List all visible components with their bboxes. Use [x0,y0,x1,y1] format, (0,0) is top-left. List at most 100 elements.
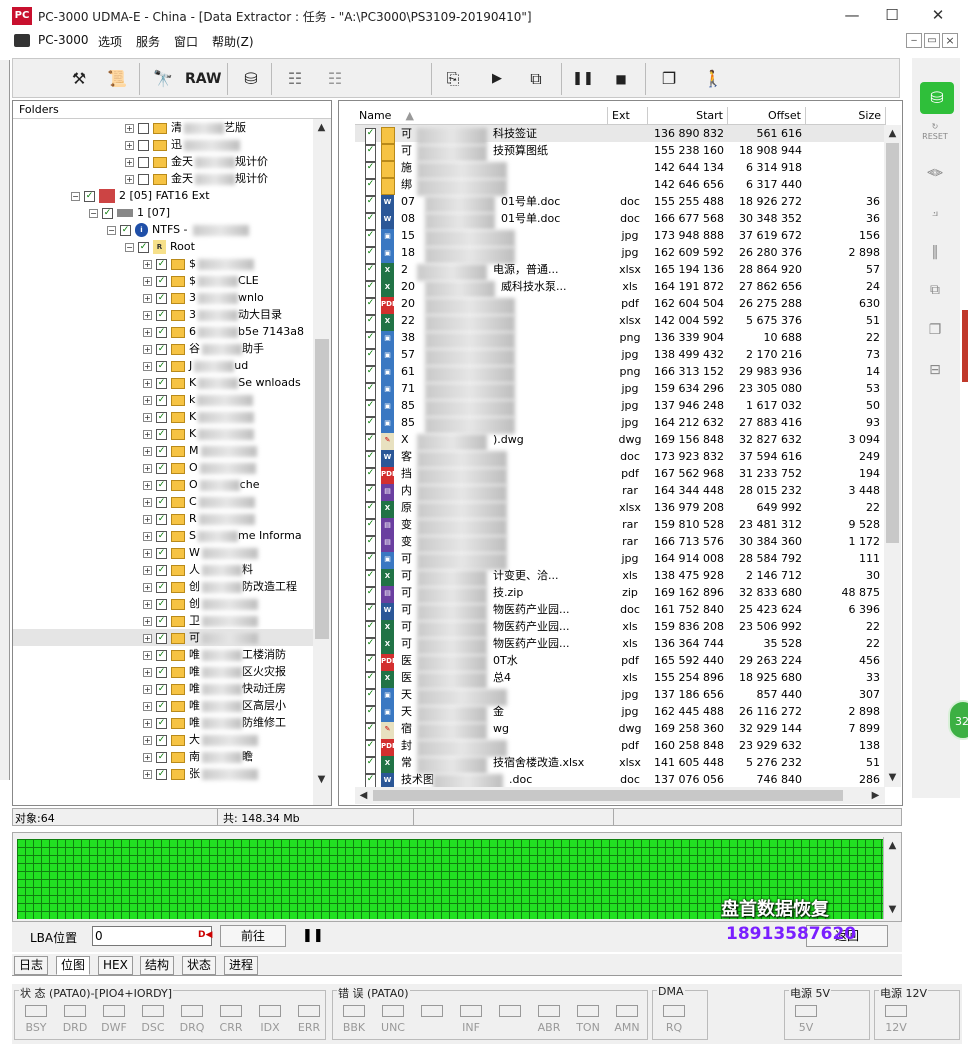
file-row[interactable]: ✓ W 08 01号单.doc doc 166 677 568 30 348 352 36 [355,210,885,230]
folder-checkbox[interactable]: ✓ [156,666,167,678]
file-row[interactable]: ✓ ▣ 71 jpg 159 634 296 23 305 080 53 [355,380,885,400]
tree-expand-icon[interactable]: ☷ [321,65,349,93]
close-button[interactable]: ✕ [918,4,958,26]
exit-icon[interactable]: 🚶 [699,65,727,93]
folder-checkbox[interactable] [138,156,149,168]
copy-windows-icon[interactable]: ❐ [655,65,683,93]
col-start-header[interactable]: Start [648,107,728,125]
file-row[interactable]: ✓ W 07 01号单.doc doc 155 255 488 18 926 272 36 [355,193,885,213]
expand-toggle-icon[interactable]: + [143,650,152,660]
network-icon[interactable]: ⧉ [920,276,950,304]
play-icon[interactable]: ▶ [483,65,511,93]
folder-tree-row[interactable]: + ✓ $ [13,255,313,272]
folder-checkbox[interactable]: ✓ [156,717,167,729]
file-row[interactable]: ✓ W 客 doc 173 923 832 37 594 616 249 [355,448,885,468]
folder-tree-row[interactable]: + 清 艺版 [13,119,313,136]
expand-toggle-icon[interactable]: + [143,361,152,371]
expand-toggle-icon[interactable]: + [143,701,152,711]
folder-checkbox[interactable]: ✓ [156,513,167,525]
scroll-thumb[interactable] [315,339,329,639]
file-row[interactable]: ✓ X 可计变更、洽... xls 138 475 928 2 146 712 30 [355,567,885,587]
expand-toggle-icon[interactable]: + [143,514,152,524]
pause-side-icon[interactable]: ‖ [920,238,950,266]
expand-toggle-icon[interactable]: + [143,480,152,490]
database-icon[interactable]: ⛁ [920,82,954,114]
col-offset-header[interactable]: Offset [728,107,806,125]
file-row[interactable]: ✓ X 医总4 xls 155 254 896 18 925 680 33 [355,669,885,689]
menu-window[interactable]: 窗口 [174,33,198,50]
file-row[interactable]: ✓ X 原 xlsx 136 979 208 649 992 22 [355,499,885,519]
copy-side-icon[interactable]: ❐ [920,316,950,344]
expand-toggle-icon[interactable]: + [143,395,152,405]
mdi-minimize-button[interactable]: ‒ [906,33,922,48]
folder-tree-row[interactable]: + ✓ 人 料 [13,561,313,578]
folder-checkbox[interactable]: ✓ [156,547,167,559]
file-row[interactable]: ✓ W 技术图 .doc doc 137 076 056 746 840 286 [355,771,885,787]
file-row[interactable]: ✓ ▣ 85 jpg 137 946 248 1 617 032 50 [355,397,885,417]
folder-tree-row[interactable]: + ✓ 卫 [13,612,313,629]
folder-checkbox[interactable]: ✓ [156,632,167,644]
maximize-button[interactable]: ☐ [872,4,912,26]
folder-tree-scrollbar[interactable]: ▲ ▼ [313,119,331,805]
folder-checkbox[interactable]: ✓ [156,343,167,355]
folder-checkbox[interactable]: ✓ [156,394,167,406]
folder-checkbox[interactable]: ✓ [156,445,167,457]
expand-toggle-icon[interactable]: − [71,191,80,201]
expand-toggle-icon[interactable]: + [143,412,152,422]
expand-toggle-icon[interactable]: − [107,225,116,235]
mdi-close-button[interactable]: × [942,33,958,48]
folder-tree-row[interactable]: + ✓ R [13,510,313,527]
file-row[interactable]: ✓ ▣ 可 jpg 164 914 008 28 584 792 111 [355,550,885,570]
expand-toggle-icon[interactable]: + [143,497,152,507]
expand-toggle-icon[interactable]: + [143,446,152,456]
scroll-down-arrow-icon[interactable]: ▼ [313,771,330,788]
folder-checkbox[interactable]: ✓ [156,649,167,661]
expand-toggle-icon[interactable]: + [125,157,134,167]
expand-toggle-icon[interactable]: + [143,633,152,643]
reset-icon[interactable]: ↻ RESET [920,122,950,150]
tab-structure[interactable]: 结构 [140,956,175,975]
tools-icon[interactable]: ⚒ [65,65,93,93]
floating-badge[interactable]: 32 [948,700,968,740]
tree-icon[interactable]: ☷ [281,65,309,93]
folder-tree-row[interactable]: − ✓ i NTFS - [13,221,313,238]
folder-tree-row[interactable]: + ✓ K Se wnloads [13,374,313,391]
folder-checkbox[interactable]: ✓ [156,564,167,576]
folder-tree-row[interactable]: + ✓ 唯 工楼消防 [13,646,313,663]
expand-toggle-icon[interactable]: + [143,735,152,745]
scroll-icon[interactable]: 📜 [103,65,131,93]
folder-checkbox[interactable]: ✓ [156,683,167,695]
expand-toggle-icon[interactable]: + [143,599,152,609]
folder-checkbox[interactable]: ✓ [156,411,167,423]
folder-tree-row[interactable]: − ✓ R Root [13,238,313,255]
folder-tree-row[interactable]: + ✓ 张 [13,765,313,782]
folder-tree-row[interactable]: + ✓ K [13,408,313,425]
tab-log[interactable]: 日志 [14,956,49,975]
binoculars-icon[interactable]: 🔭 [149,65,177,93]
expand-toggle-icon[interactable]: + [143,344,152,354]
folder-checkbox[interactable] [138,139,149,151]
folder-checkbox[interactable]: ✓ [156,326,167,338]
folder-checkbox[interactable]: ✓ [156,768,167,780]
folder-tree-row[interactable]: − ✓ 2 [05] FAT16 Ext [13,187,313,204]
scroll-down-arrow-icon[interactable]: ▼ [884,901,901,918]
file-row[interactable]: ✓ ▣ 61 png 166 313 152 29 983 936 14 [355,363,885,383]
folder-tree-row[interactable]: + ✓ 南 瞻 [13,748,313,765]
file-row[interactable]: ✓ ▣ 15 jpg 173 948 888 37 619 672 156 [355,227,885,247]
folder-tree-row[interactable]: + ✓ 唯 区火灾报 [13,663,313,680]
slider-icon[interactable]: ⊟ [920,356,950,384]
tab-process[interactable]: 进程 [224,956,259,975]
folder-tree-row[interactable]: + ✓ 3 wnlo [13,289,313,306]
folder-tree-row[interactable]: + ✓ 谷 助手 [13,340,313,357]
file-row[interactable]: ✓ ✎ 宿 wg dwg 169 258 360 32 929 144 7 899 [355,720,885,740]
menu-service[interactable]: 服务 [136,33,160,50]
expand-toggle-icon[interactable]: + [143,718,152,728]
folder-checkbox[interactable]: ✓ [84,190,95,202]
file-row[interactable]: ✓ ▤ 可技.zip zip 169 162 896 32 833 680 48 875 [355,584,885,604]
folder-checkbox[interactable]: ✓ [156,479,167,491]
lba-input-icon[interactable]: D◀ [198,930,212,940]
tab-status[interactable]: 状态 [182,956,217,975]
file-row[interactable]: ✓ X 可物医药产业园... xls 159 836 208 23 506 992 22 [355,618,885,638]
file-row[interactable]: ✓ ▣ 天 jpg 137 186 656 857 440 307 [355,686,885,706]
lba-input[interactable] [92,926,212,946]
